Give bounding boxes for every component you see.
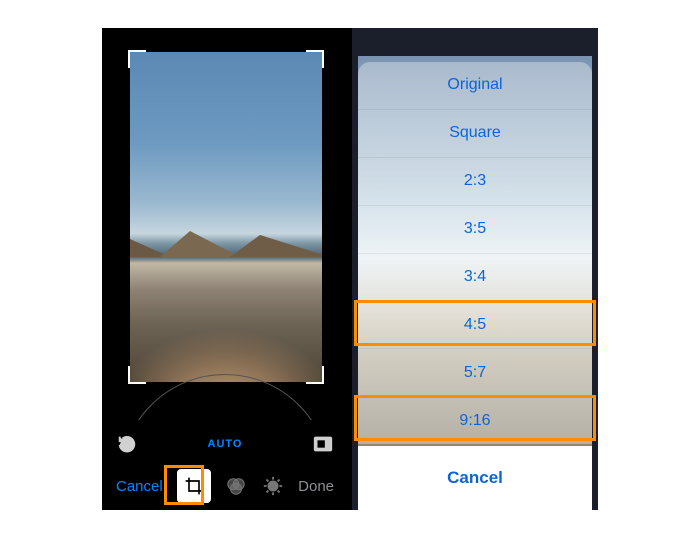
photo-horizon-decor: [130, 224, 322, 257]
editor-bottom-bar: Cancel Done: [102, 462, 348, 510]
sheet-cancel-button[interactable]: Cancel: [358, 452, 592, 504]
auto-label[interactable]: AUTO: [208, 438, 243, 450]
aspect-3-5[interactable]: 3:5: [358, 205, 592, 253]
crop-frame[interactable]: [130, 52, 322, 382]
filters-icon[interactable]: [225, 475, 247, 497]
aspect-3-4[interactable]: 3:4: [358, 253, 592, 301]
aspect-9-16[interactable]: 9:16: [358, 396, 592, 444]
crop-tool-button[interactable]: [177, 469, 211, 503]
aspect-original[interactable]: Original: [358, 62, 592, 109]
aspect-ratio-icon[interactable]: [312, 433, 334, 455]
photo-preview: [130, 52, 322, 382]
crop-corner-bottom-right[interactable]: [306, 366, 324, 384]
done-button[interactable]: Done: [298, 478, 334, 495]
crop-corner-top-right[interactable]: [306, 50, 324, 68]
crop-corner-bottom-left[interactable]: [128, 366, 146, 384]
crop-editor-screen: AUTO Cancel Done: [102, 28, 350, 510]
aspect-4-5[interactable]: 4:5: [358, 300, 592, 348]
aspect-5-7[interactable]: 5:7: [358, 348, 592, 396]
crop-tool-row: AUTO: [102, 426, 348, 462]
crop-corner-top-left[interactable]: [128, 50, 146, 68]
aspect-square[interactable]: Square: [358, 109, 592, 157]
rotate-icon[interactable]: [116, 433, 138, 455]
adjust-icon[interactable]: [262, 475, 284, 497]
aspect-2-3[interactable]: 2:3: [358, 157, 592, 205]
aspect-ratio-sheet-screen: Original Square 2:3 3:5 3:4 4:5 5:7 9:16…: [350, 28, 598, 510]
aspect-ratio-list: Original Square 2:3 3:5 3:4 4:5 5:7 9:16: [358, 62, 592, 444]
cancel-button[interactable]: Cancel: [116, 478, 163, 495]
